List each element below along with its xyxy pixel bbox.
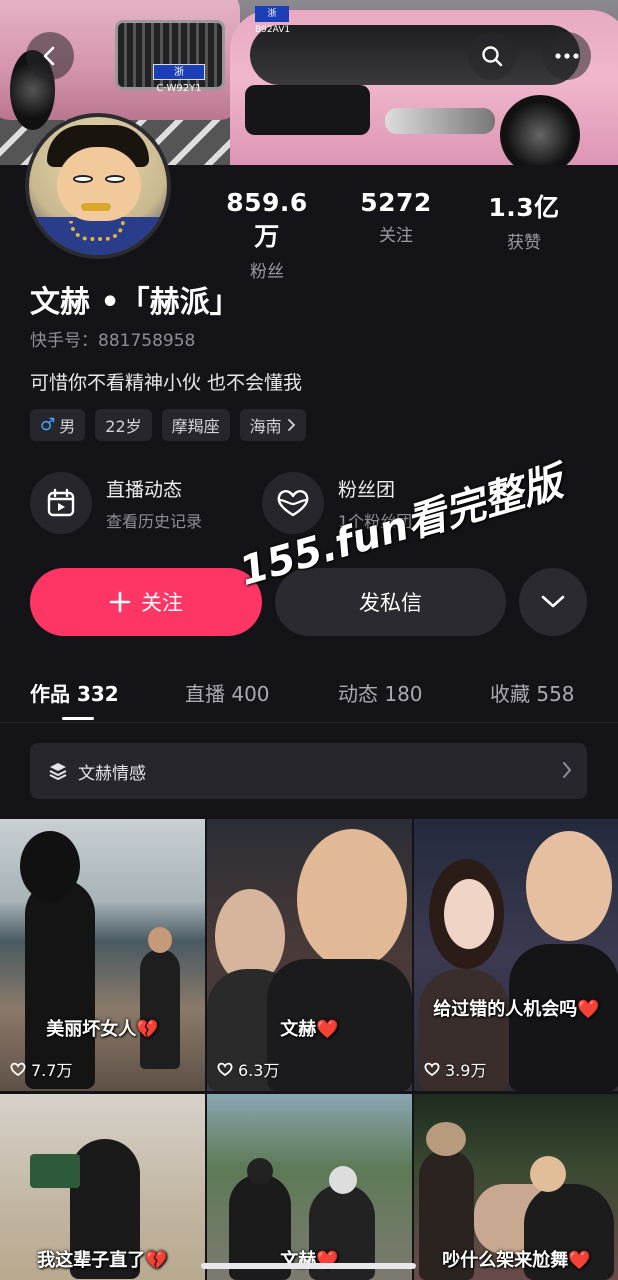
follow-label: 关注 bbox=[141, 591, 183, 615]
live-subtitle: 查看历史记录 bbox=[106, 511, 203, 531]
profile-bio: 可惜你不看精神小伙 也不会懂我 bbox=[30, 372, 303, 394]
expand-button[interactable] bbox=[519, 568, 587, 636]
video-caption: 吵什么架来尬舞❤️ bbox=[442, 1250, 591, 1271]
banner-plate-right: 浙B92AV1 bbox=[255, 6, 290, 35]
heart-outline-icon bbox=[10, 1062, 26, 1076]
banner-hood bbox=[250, 25, 580, 85]
male-icon: ♂ bbox=[40, 415, 56, 435]
following-label: 关注 bbox=[379, 226, 413, 246]
collection-entry[interactable]: 文赫情感 bbox=[30, 743, 587, 799]
home-indicator[interactable] bbox=[201, 1263, 416, 1269]
tab-moments[interactable]: 动态 180 bbox=[338, 678, 423, 707]
video-caption: 我这辈子直了💔 bbox=[37, 1250, 168, 1271]
collection-label: 文赫情感 bbox=[78, 763, 146, 784]
likes-count: 1.3亿 bbox=[488, 193, 560, 222]
banner-grille-right bbox=[245, 85, 370, 135]
stat-fans[interactable]: 859.6万 粉丝 bbox=[214, 188, 320, 282]
banner-wheel-right bbox=[500, 95, 580, 165]
content-tabs: 作品 332 直播 400 动态 180 收藏 558 bbox=[0, 670, 618, 722]
heart-outline-icon bbox=[424, 1062, 440, 1076]
profile-tags: ♂ 男 22岁 摩羯座 海南 bbox=[30, 409, 306, 441]
video-card[interactable]: 吵什么架来尬舞❤️ bbox=[414, 1094, 618, 1280]
profile-uid[interactable]: 快手号：881758958 bbox=[30, 326, 195, 351]
live-history-entry[interactable]: 直播动态 查看历史记录 bbox=[30, 472, 202, 534]
tabs-divider bbox=[0, 722, 618, 723]
chevron-right-icon bbox=[287, 419, 295, 431]
stat-following[interactable]: 5272 关注 bbox=[350, 188, 442, 246]
video-likes: 7.7万 bbox=[10, 1057, 72, 1081]
plus-icon bbox=[109, 591, 131, 613]
fans-count: 859.6万 bbox=[226, 188, 308, 251]
stat-likes[interactable]: 1.3亿 获赞 bbox=[476, 188, 572, 253]
video-card[interactable]: 给过错的人机会吗❤️ 3.9万 bbox=[414, 819, 618, 1091]
tag-gender: ♂ 男 bbox=[30, 409, 86, 441]
search-button[interactable] bbox=[468, 32, 516, 80]
video-caption: 美丽坏女人💔 bbox=[46, 1019, 159, 1040]
video-card[interactable]: 我这辈子直了💔 bbox=[0, 1094, 205, 1280]
live-title: 直播动态 bbox=[106, 478, 183, 501]
video-caption: 给过错的人机会吗❤️ bbox=[433, 999, 600, 1020]
active-tab-indicator bbox=[62, 717, 94, 720]
more-button[interactable] bbox=[543, 32, 591, 80]
tag-zodiac: 摩羯座 bbox=[161, 409, 230, 441]
tag-location[interactable]: 海南 bbox=[239, 409, 306, 441]
banner-headlight bbox=[385, 108, 495, 134]
following-count: 5272 bbox=[360, 188, 432, 217]
heart-outline-icon bbox=[217, 1062, 233, 1076]
chevron-down-icon bbox=[541, 595, 565, 608]
tag-age: 22岁 bbox=[95, 409, 152, 441]
search-icon bbox=[482, 46, 503, 67]
message-label: 发私信 bbox=[359, 591, 422, 615]
calendar-play-icon bbox=[47, 488, 75, 517]
back-button[interactable] bbox=[26, 32, 74, 80]
avatar[interactable] bbox=[25, 113, 171, 259]
follow-button[interactable]: 关注 bbox=[30, 568, 262, 636]
chevron-right-icon bbox=[563, 762, 572, 778]
likes-label: 获赞 bbox=[507, 233, 541, 253]
tab-live[interactable]: 直播 400 bbox=[185, 678, 270, 707]
banner-plate-left: 浙C·W92Y1 bbox=[153, 64, 205, 94]
chevron-left-icon bbox=[43, 46, 55, 66]
layers-icon bbox=[49, 763, 67, 780]
tab-works[interactable]: 作品 332 bbox=[30, 678, 119, 707]
avatar-image bbox=[29, 117, 167, 255]
video-caption: 文赫❤️ bbox=[280, 1019, 339, 1040]
heart-outline-icon bbox=[277, 490, 309, 517]
more-dots-icon bbox=[555, 53, 579, 59]
profile-name: 文赫 •「赫派」 bbox=[30, 285, 240, 320]
video-card[interactable]: 文赫❤️ bbox=[207, 1094, 412, 1280]
video-card[interactable]: 美丽坏女人💔 7.7万 bbox=[0, 819, 205, 1091]
video-likes: 6.3万 bbox=[217, 1057, 279, 1081]
video-card[interactable]: 文赫❤️ 6.3万 bbox=[207, 819, 412, 1091]
video-likes: 3.9万 bbox=[424, 1057, 486, 1081]
tab-favorites[interactable]: 收藏 558 bbox=[490, 678, 575, 707]
